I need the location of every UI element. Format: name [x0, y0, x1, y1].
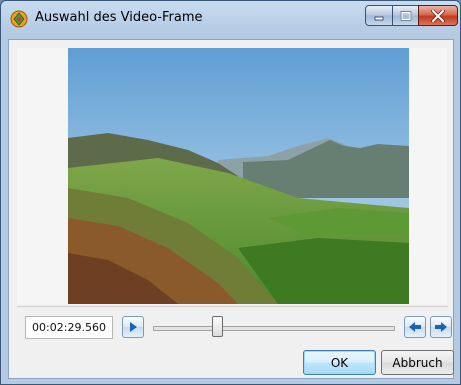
- cancel-button[interactable]: Abbruch: [381, 350, 454, 375]
- close-button[interactable]: [418, 5, 458, 26]
- position-slider-track[interactable]: [153, 326, 395, 331]
- dialog-window: Auswahl des Video-Frame 00:02:29.560 OK …: [0, 0, 461, 385]
- play-button[interactable]: [122, 316, 144, 338]
- window-title: Auswahl des Video-Frame: [35, 10, 203, 25]
- arrow-right-icon: [435, 322, 447, 332]
- close-icon: [431, 9, 445, 22]
- position-slider-thumb[interactable]: [212, 316, 224, 337]
- maximize-icon: [400, 10, 411, 21]
- minimize-button[interactable]: [365, 5, 393, 26]
- divider: [17, 306, 448, 307]
- minimize-icon: [374, 16, 384, 20]
- app-icon: [10, 10, 28, 28]
- previous-frame-button[interactable]: [404, 316, 426, 338]
- ok-button[interactable]: OK: [303, 350, 376, 375]
- title-bar[interactable]: Auswahl des Video-Frame: [1, 1, 460, 39]
- next-frame-button[interactable]: [430, 316, 452, 338]
- maximize-button[interactable]: [392, 5, 419, 26]
- arrow-left-icon: [409, 322, 421, 332]
- play-icon: [130, 322, 137, 332]
- video-frame-preview: [68, 48, 409, 304]
- time-display: 00:02:29.560: [25, 316, 113, 339]
